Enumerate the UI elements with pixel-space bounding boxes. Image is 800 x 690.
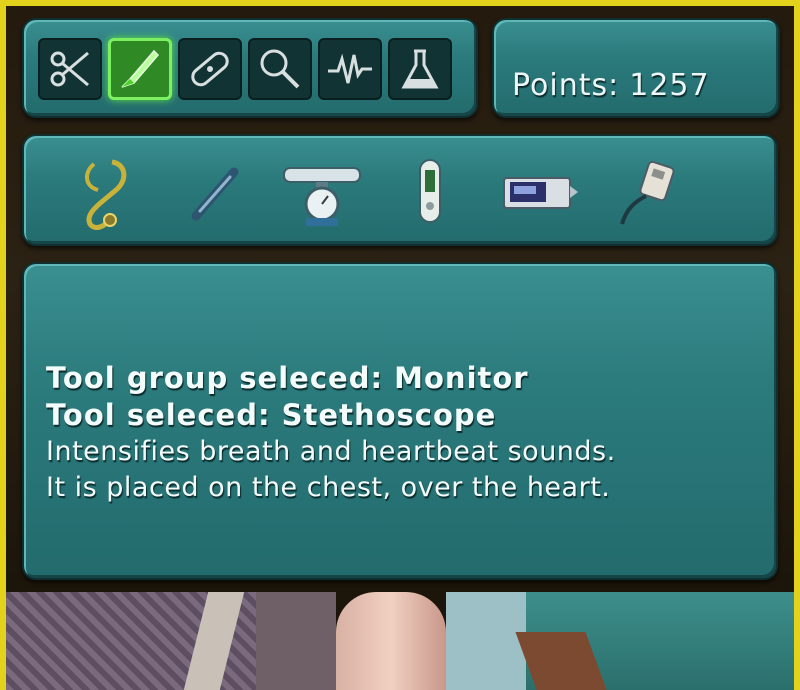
tool-group-heartbeat-button[interactable] — [318, 38, 382, 100]
scalpel-icon — [121, 49, 160, 88]
info-text: Tool group seleced: Monitor Tool seleced… — [46, 360, 616, 506]
scene-patient-skin — [336, 592, 446, 690]
magnifier-icon — [260, 49, 300, 89]
points-label: Points: — [512, 68, 620, 103]
scene-shadow — [256, 592, 336, 690]
tool-ecg-device-button[interactable] — [604, 150, 688, 234]
tool-group-scalpel-button[interactable] — [108, 38, 172, 100]
ecg-device-icon — [620, 160, 675, 225]
tool-panel — [22, 134, 778, 246]
scissors-icon — [50, 51, 89, 87]
game-scene-view[interactable] — [6, 592, 794, 690]
points-value: 1257 — [629, 68, 710, 103]
tool-group-scissors-button[interactable] — [38, 38, 102, 100]
tool-group-magnifier-button[interactable] — [248, 38, 312, 100]
tool-pulse-oximeter-button[interactable] — [388, 150, 472, 234]
tool-scale-button[interactable] — [280, 150, 364, 234]
flask-icon — [401, 49, 439, 89]
scale-icon — [283, 167, 361, 226]
bandage-icon — [191, 51, 229, 87]
stethoscope-icon — [85, 159, 127, 230]
tool-group-selected-text: Tool group seleced: Monitor — [46, 361, 529, 395]
thermometer-icon — [191, 167, 239, 221]
tool-group-panel — [22, 18, 478, 118]
tool-description-line-2: It is placed on the chest, over the hear… — [46, 472, 611, 503]
tool-stethoscope-button[interactable] — [64, 150, 148, 234]
points-display: Points: 1257 — [512, 68, 710, 103]
tool-description-line-1: Intensifies breath and heartbeat sounds. — [46, 436, 616, 467]
tool-selected-text: Tool seleced: Stethoscope — [46, 398, 497, 432]
scene-background — [446, 592, 526, 690]
tool-thermometer-button[interactable] — [172, 150, 256, 234]
blood-pressure-monitor-icon — [503, 177, 578, 209]
pulse-oximeter-icon — [419, 159, 441, 223]
heartbeat-icon — [328, 53, 372, 84]
points-panel: Points: 1257 — [492, 18, 780, 118]
tool-group-flask-button[interactable] — [388, 38, 452, 100]
info-panel: Tool group seleced: Monitor Tool seleced… — [22, 262, 778, 580]
tool-group-bandage-button[interactable] — [178, 38, 242, 100]
tool-blood-pressure-monitor-button[interactable] — [496, 150, 580, 234]
